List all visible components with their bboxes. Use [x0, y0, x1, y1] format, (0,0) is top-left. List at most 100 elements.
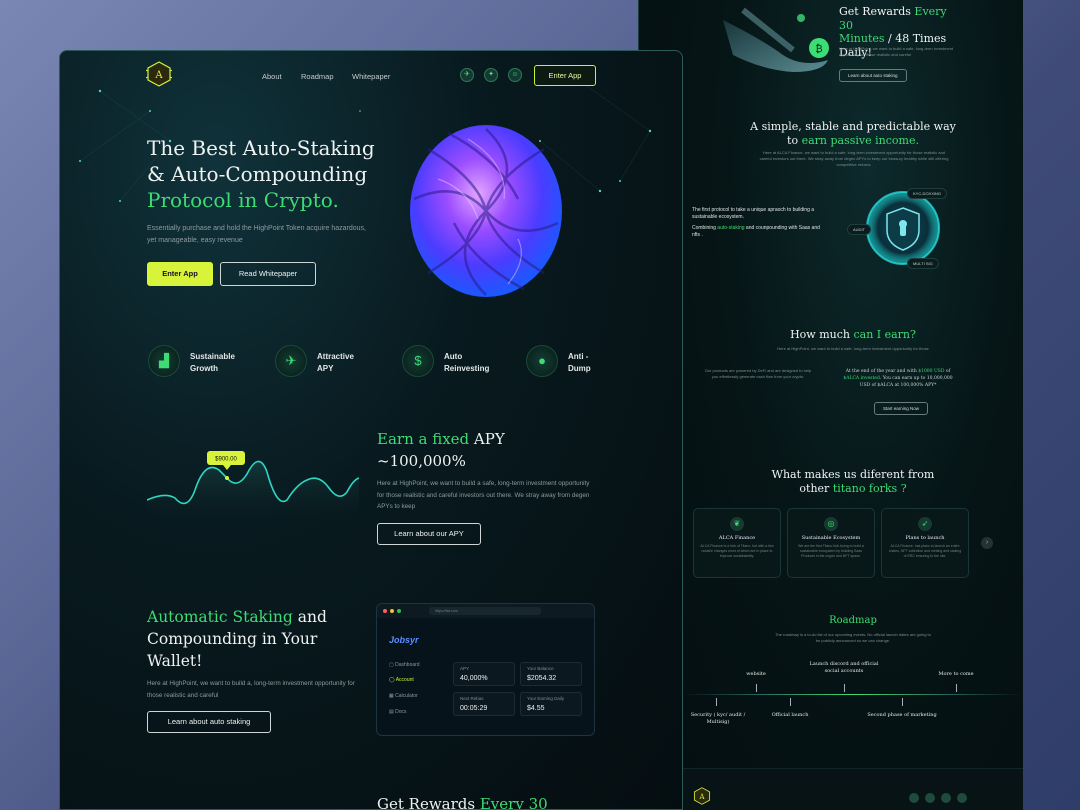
- window-close-dot: [383, 609, 387, 613]
- roadmap-timeline: [683, 694, 1023, 695]
- window-minimize-dot: [390, 609, 394, 613]
- twitter-icon[interactable]: [909, 793, 919, 803]
- card-text: We are the first Titano fork trying to b…: [798, 544, 864, 558]
- milestone-launch-discord: Launch discord and official social accou…: [809, 661, 879, 674]
- protocol-line-2: Combining auto-staking and counpounding …: [692, 225, 820, 238]
- growth-chart-icon: ▟: [148, 345, 180, 377]
- rocket-icon: ➶: [918, 517, 932, 531]
- timeline-tick: [956, 684, 957, 692]
- chip-audit: AUDIT: [847, 224, 871, 235]
- dollar-cycle-icon: $: [402, 345, 434, 377]
- browser-bar: https://fsd.com: [377, 604, 594, 618]
- dash-menu-docs[interactable]: ▤ Docs: [389, 709, 407, 715]
- roadmap-subtitle: The roadmap is a to-do list of our upcom…: [775, 632, 931, 643]
- runner-icon: ✈: [275, 345, 307, 377]
- hand-coin-illustration: ₿: [723, 7, 829, 72]
- svg-text:A: A: [699, 793, 706, 801]
- discord-icon[interactable]: [941, 793, 951, 803]
- passive-income-title: A simple, stable and predictable way to …: [750, 120, 956, 147]
- milestone-more-to-come: More to come: [938, 671, 974, 677]
- milestone-second-phase: Second phase of marketing: [867, 712, 937, 718]
- roadmap-title: Roadmap: [829, 615, 877, 626]
- timeline-tick: [790, 698, 791, 706]
- window-maximize-dot: [397, 609, 401, 613]
- protocol-line-1: The first protocol to take a unique apra…: [692, 207, 815, 220]
- learn-auto-staking-button-small[interactable]: Learn about auto staking: [839, 69, 907, 82]
- chip-multi-sig: MULTI SIG: [907, 258, 939, 269]
- dash-menu-account[interactable]: ◯ Account: [389, 677, 414, 683]
- start-earning-button[interactable]: Start earning Now: [874, 402, 929, 415]
- tile-earning-daily: Your Earning Daily $4.55: [520, 692, 582, 716]
- dashboard-brand: Jobsyr: [389, 635, 419, 645]
- read-whitepaper-button[interactable]: Read Whitepaper: [220, 262, 316, 286]
- card-text: ALCA Finance is a fork of Titano, but wi…: [700, 544, 774, 558]
- protocol-text: The first protocol to take a unique apra…: [692, 207, 822, 239]
- hero-title-line-2: & Auto-Compounding: [147, 162, 368, 186]
- price-tag-label: $900.00: [215, 457, 237, 463]
- hero-title: The Best Auto-Staking & Auto-Compounding…: [147, 135, 387, 213]
- card-title: Plans to launch: [905, 535, 945, 541]
- telegram-icon[interactable]: [925, 793, 935, 803]
- hero-enter-app-button[interactable]: Enter App: [147, 262, 213, 286]
- carousel-next-button[interactable]: ›: [981, 537, 993, 549]
- passive-income-description: Here at ALCA Finance, we want to build a…: [759, 150, 949, 167]
- feature-card-ecosystem[interactable]: ◎ Sustainable Ecosystem We are the first…: [787, 508, 875, 578]
- different-title: What makes us diferent from other titano…: [771, 468, 935, 495]
- svg-text:₿: ₿: [815, 43, 822, 55]
- dashboard-mockup: https://fsd.com Jobsyr ▢ Dashboard ◯ Acc…: [376, 603, 595, 736]
- apy-wave-graph: $900.00: [147, 451, 359, 524]
- card-title: Sustainable Ecosystem: [801, 535, 861, 541]
- apy-description: Here at HighPoint, we want to build a sa…: [377, 480, 590, 510]
- coin-icon: ●: [526, 345, 558, 377]
- nav-enter-app-button[interactable]: Enter App: [534, 65, 596, 86]
- earn-subtitle: Here at HighPoint, we want to build a sa…: [777, 346, 929, 351]
- feature-label: Auto Reinvesting: [444, 352, 490, 373]
- dash-menu-dashboard[interactable]: ▢ Dashboard: [389, 662, 420, 668]
- top-navigation: A About Roadmap Whitepaper ✈ ✦ ☺ Enter A…: [60, 51, 682, 101]
- hero-3d-orb-illustration: [410, 125, 562, 297]
- dash-menu-calculator[interactable]: ▦ Calculator: [389, 693, 418, 699]
- logo-icon[interactable]: A: [146, 61, 172, 87]
- chip-kyc-doxxing: KYC-DOXXING: [907, 188, 948, 199]
- svg-text:A: A: [154, 70, 163, 81]
- feature-anti-dump: ● Anti - Dump: [526, 343, 646, 379]
- rewards-description: Here at HighPoint, we want to build a sa…: [839, 46, 954, 57]
- telegram-icon[interactable]: ✈: [460, 68, 474, 82]
- hero-title-line-1: The Best Auto-Staking: [147, 136, 375, 160]
- feature-card-launch[interactable]: ➶ Plans to launch ALCA Finance. has plan…: [881, 508, 969, 578]
- nav-link-roadmap[interactable]: Roadmap: [301, 72, 334, 81]
- apy-title-line-2: ~100,000%: [377, 452, 466, 470]
- apy-title-line-1: Earn a fixed APY: [377, 430, 505, 448]
- discord-icon[interactable]: ☺: [508, 68, 522, 82]
- secondary-page-content: ₿ Get Rewards Every 30 Minutes / 48 Time…: [683, 0, 1023, 810]
- twitter-icon[interactable]: ✦: [484, 68, 498, 82]
- shield-icon: [866, 191, 940, 265]
- tile-balance: Your Balance $2054.32: [520, 662, 582, 686]
- staking-title-line-3: Wallet!: [147, 652, 203, 670]
- staking-title-line-2: Compounding in Your: [147, 630, 318, 648]
- tile-next-rebase: Next Rebas 00:05:29: [453, 692, 515, 716]
- milestone-security: Security ( kyc/ audit / Multisig): [690, 712, 746, 725]
- feature-label: Attractive APY: [317, 352, 354, 373]
- nav-link-whitepaper[interactable]: Whitepaper: [352, 72, 390, 81]
- feature-card-alca[interactable]: ❦ ALCA Finance ALCA Finance is a fork of…: [693, 508, 781, 578]
- footer: A: [683, 768, 1023, 810]
- feature-sustainable-growth: ▟ Sustainable Growth: [148, 343, 268, 379]
- logo-icon[interactable]: A: [693, 787, 711, 805]
- timeline-tick: [716, 698, 717, 706]
- bottom-rewards-title: Get Rewards Every 30: [377, 795, 548, 810]
- learn-auto-staking-button[interactable]: Learn about auto staking: [147, 711, 271, 733]
- card-text: ALCA Finance. has plans to launch an ent…: [888, 544, 962, 558]
- staking-description: Here at HighPoint, we want to build a, l…: [147, 680, 355, 699]
- secondary-page: ₿ Get Rewards Every 30 Minutes / 48 Time…: [638, 0, 1023, 810]
- learn-apy-button[interactable]: Learn about our APY: [377, 523, 481, 545]
- timeline-tick: [756, 684, 757, 692]
- hero-title-line-3: Protocol in Crypto.: [147, 188, 339, 212]
- earn-right-text: At the end of the year and with $1000 US…: [843, 369, 953, 388]
- feature-auto-reinvesting: $ Auto Reinvesting: [402, 343, 522, 379]
- milestone-official-launch: Official launch: [771, 712, 809, 718]
- main-landing-page: A About Roadmap Whitepaper ✈ ✦ ☺ Enter A…: [59, 50, 683, 810]
- timeline-tick: [844, 684, 845, 692]
- nav-link-about[interactable]: About: [262, 72, 282, 81]
- medium-icon[interactable]: [957, 793, 967, 803]
